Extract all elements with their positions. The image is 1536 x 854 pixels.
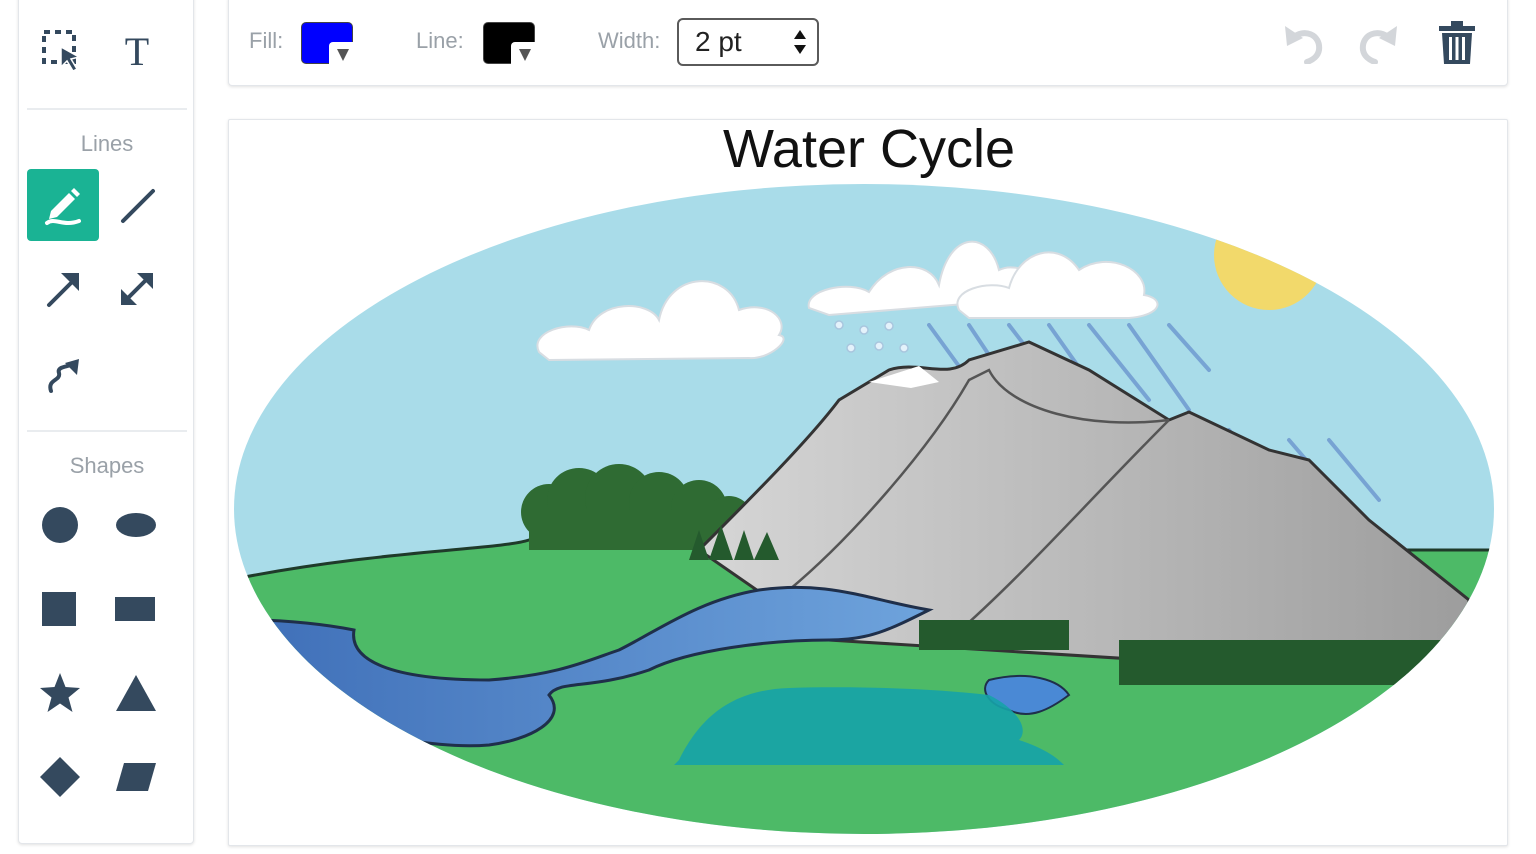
curved-arrow-icon bbox=[48, 359, 79, 393]
chevron-down-icon bbox=[337, 49, 349, 61]
rectangle-tool[interactable] bbox=[99, 573, 171, 645]
delete-button[interactable] bbox=[1435, 20, 1479, 71]
shapes-section-label: Shapes bbox=[69, 453, 145, 478]
water-cycle-illustration bbox=[234, 184, 1494, 834]
fill-color-picker[interactable] bbox=[301, 22, 353, 64]
undo-button[interactable] bbox=[1279, 20, 1327, 69]
arrow-icon bbox=[47, 273, 79, 307]
square-tool[interactable] bbox=[23, 573, 95, 645]
undo-icon bbox=[1285, 26, 1323, 65]
tool-palette: T Lines Shapes bbox=[18, 0, 194, 844]
chevron-down-icon bbox=[519, 49, 531, 61]
curved-arrow-tool[interactable] bbox=[27, 337, 99, 409]
trash-icon bbox=[1439, 21, 1475, 64]
properties-toolbar: Fill: Line: Width: 2 pt bbox=[228, 0, 1508, 86]
freehand-pen-tool[interactable] bbox=[27, 169, 99, 241]
triangle-icon bbox=[116, 675, 156, 711]
circle-tool[interactable] bbox=[24, 489, 96, 561]
redo-button[interactable] bbox=[1355, 20, 1403, 69]
rectangle-icon bbox=[115, 597, 155, 621]
text-tool[interactable]: T bbox=[101, 15, 173, 87]
diamond-tool[interactable] bbox=[24, 741, 96, 813]
triangle-tool[interactable] bbox=[100, 657, 172, 729]
ellipse-tool[interactable] bbox=[100, 489, 172, 561]
double-arrow-tool[interactable] bbox=[101, 253, 173, 325]
lines-section-label: Lines bbox=[80, 131, 134, 156]
line-icon bbox=[121, 189, 155, 223]
star-tool[interactable] bbox=[24, 657, 96, 729]
divider bbox=[27, 108, 187, 110]
pen-icon bbox=[45, 188, 81, 225]
double-arrow-icon bbox=[121, 273, 153, 305]
width-value: 2 pt bbox=[695, 26, 742, 57]
line-color-picker[interactable] bbox=[483, 22, 535, 64]
select-tool[interactable] bbox=[27, 15, 99, 87]
arrow-tool[interactable] bbox=[27, 253, 99, 325]
updown-arrows-icon bbox=[794, 30, 806, 54]
square-icon bbox=[42, 592, 76, 626]
text-t-icon: T bbox=[124, 28, 150, 74]
width-label: Width: bbox=[598, 28, 661, 53]
width-select[interactable]: 2 pt bbox=[677, 18, 819, 66]
fill-label: Fill: bbox=[249, 28, 284, 53]
ellipse-icon bbox=[116, 513, 156, 537]
parallelogram-icon bbox=[116, 763, 156, 791]
circle-icon bbox=[42, 507, 78, 543]
marquee-select-icon bbox=[42, 30, 82, 72]
divider bbox=[27, 430, 187, 432]
parallelogram-tool[interactable] bbox=[100, 741, 172, 813]
diamond-icon bbox=[40, 757, 80, 797]
star-icon bbox=[40, 673, 80, 712]
line-label: Line: bbox=[416, 28, 464, 53]
drawing-canvas[interactable]: Water Cycle bbox=[228, 119, 1508, 846]
redo-icon bbox=[1359, 26, 1397, 65]
line-tool[interactable] bbox=[101, 169, 173, 241]
